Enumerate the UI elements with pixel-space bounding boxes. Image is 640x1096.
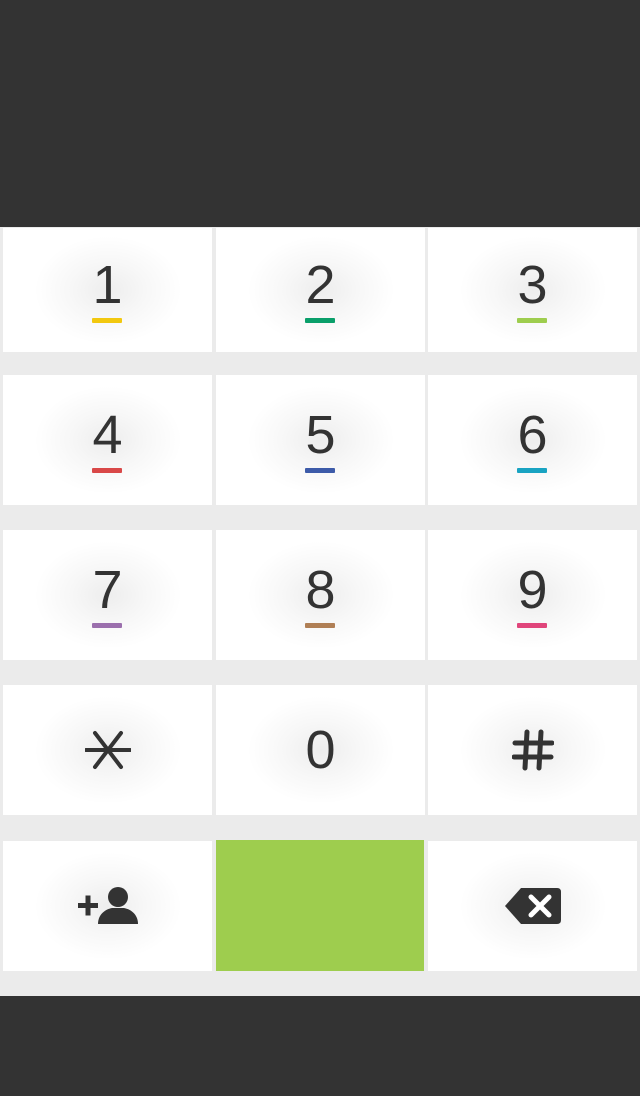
key-0[interactable]: 0 xyxy=(216,685,425,815)
call-button[interactable] xyxy=(216,840,424,971)
key-7-digit: 7 xyxy=(92,559,123,620)
asterisk-icon xyxy=(84,729,131,771)
key-7-underline xyxy=(92,622,123,628)
key-2-digit: 2 xyxy=(305,254,336,315)
hash-icon xyxy=(511,729,554,771)
key-7[interactable]: 7 xyxy=(3,530,212,660)
key-5-digit: 5 xyxy=(305,404,336,465)
key-3-digit: 3 xyxy=(517,254,548,315)
backspace-icon xyxy=(503,886,563,926)
key-3[interactable]: 3 xyxy=(428,228,637,352)
backspace-button[interactable] xyxy=(428,841,637,971)
key-2-underline xyxy=(305,317,336,323)
dial-display-area xyxy=(0,0,640,227)
key-8-digit: 8 xyxy=(305,559,336,620)
add-contact-button[interactable] xyxy=(3,841,212,971)
key-1-digit: 1 xyxy=(92,254,123,315)
key-1[interactable]: 1 xyxy=(3,228,212,352)
key-4[interactable]: 4 xyxy=(3,375,212,505)
bottom-bar xyxy=(0,996,640,1096)
key-4-underline xyxy=(92,467,123,473)
key-hash[interactable] xyxy=(428,685,637,815)
key-9[interactable]: 9 xyxy=(428,530,637,660)
key-2[interactable]: 2 xyxy=(216,228,425,352)
key-8-underline xyxy=(305,622,336,628)
key-0-digit: 0 xyxy=(305,720,336,780)
key-star[interactable] xyxy=(3,685,212,815)
key-8[interactable]: 8 xyxy=(216,530,425,660)
key-3-underline xyxy=(517,317,548,323)
key-6[interactable]: 6 xyxy=(428,375,637,505)
key-9-digit: 9 xyxy=(517,559,548,620)
key-1-underline xyxy=(92,317,123,323)
key-6-digit: 6 xyxy=(517,404,548,465)
key-9-underline xyxy=(517,622,548,628)
key-6-underline xyxy=(517,467,548,473)
key-5[interactable]: 5 xyxy=(216,375,425,505)
key-4-digit: 4 xyxy=(92,404,123,465)
add-contact-icon xyxy=(76,886,140,926)
key-5-underline xyxy=(305,467,336,473)
